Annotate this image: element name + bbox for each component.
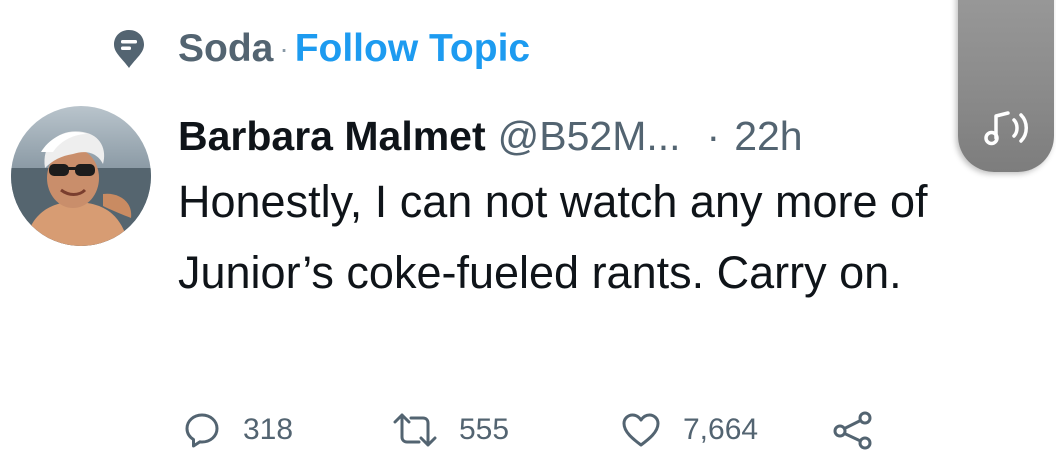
topic-name[interactable]: Soda [178, 27, 273, 71]
audio-note-icon[interactable] [982, 108, 1034, 148]
like-count: 7,664 [683, 413, 759, 446]
reply-button[interactable]: 318 [183, 406, 293, 454]
tweet-header: Barbara Malmet @B52M... · 22h [178, 108, 803, 164]
share-button[interactable] [831, 406, 875, 454]
tweet-timestamp[interactable]: 22h [734, 113, 802, 160]
tweet-text: Honestly, I can not watch any more of Ju… [178, 176, 928, 298]
reply-count: 318 [243, 413, 294, 446]
follow-topic-button[interactable]: Follow Topic [295, 27, 530, 71]
audio-overlay[interactable] [958, 0, 1054, 172]
display-name[interactable]: Barbara Malmet [178, 113, 486, 160]
heart-icon [621, 411, 661, 449]
profile-avatar[interactable] [11, 106, 151, 246]
share-icon [831, 410, 875, 450]
reply-icon [183, 411, 221, 449]
topic-pin-icon [112, 28, 146, 70]
user-handle[interactable]: @B52M... [498, 113, 681, 160]
retweet-count: 555 [459, 413, 510, 446]
topic-separator: · [279, 33, 289, 64]
tweet-actions: 318 555 7,664 [183, 406, 903, 454]
topic-row: Soda · Follow Topic [112, 24, 530, 74]
retweet-icon [393, 411, 437, 449]
like-button[interactable]: 7,664 [621, 406, 758, 454]
retweet-button[interactable]: 555 [393, 406, 509, 454]
header-separator: · [706, 112, 721, 159]
